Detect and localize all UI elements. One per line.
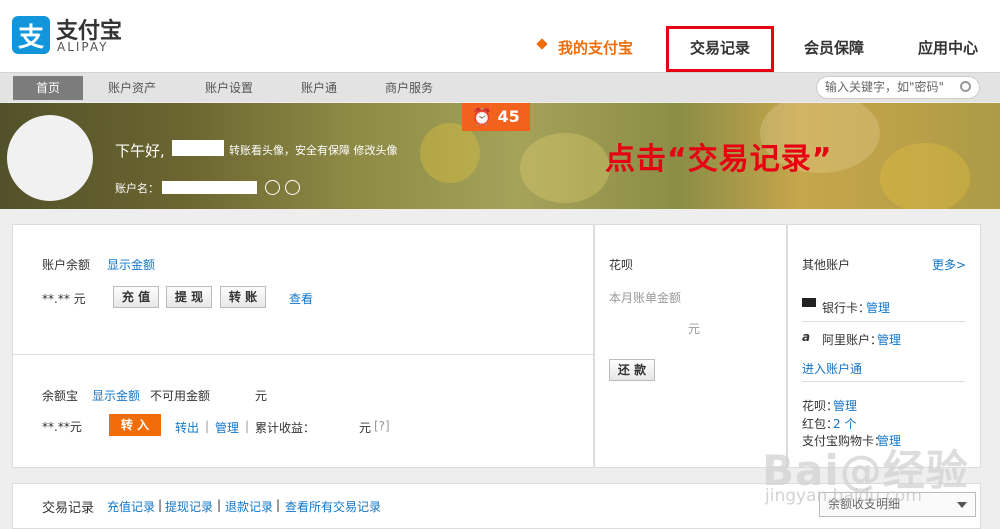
- divider: [802, 381, 965, 382]
- separator: |: [276, 498, 281, 512]
- redpacket-value[interactable]: 2 个: [833, 415, 856, 432]
- other-title: 其他账户: [802, 258, 851, 272]
- mobile-bound-icon[interactable]: [285, 180, 300, 195]
- huabei-title: 花呗: [609, 258, 634, 272]
- unavailable-label: 不可用金额: [150, 389, 211, 403]
- separator: |: [217, 498, 222, 512]
- subnav-home[interactable]: 首页: [13, 76, 83, 100]
- separator: |: [158, 498, 163, 512]
- top-header: 支 支付宝 ALIPAY 我的支付宝 交易记录 会员保障 应用中心: [0, 0, 1000, 72]
- account-name-mask: [162, 181, 257, 194]
- subnav-account-settings[interactable]: 账户设置: [205, 79, 253, 96]
- nav-app-center[interactable]: 应用中心: [918, 37, 978, 58]
- flower-decoration: [520, 133, 610, 203]
- alarm-clock-icon: ⏰: [472, 107, 498, 126]
- huabei-unit: 元: [688, 322, 701, 336]
- recharge-button[interactable]: 充 值: [113, 286, 159, 308]
- logo-text-en: ALIPAY: [57, 40, 109, 54]
- withdraw-records-link[interactable]: 提现记录: [165, 498, 213, 515]
- yield-label: 累计收益：: [255, 421, 316, 435]
- yuebao-show-link[interactable]: 显示金额: [92, 387, 140, 404]
- sub-navigation: 首页 账户资产 账户设置 账户通 商户服务 输入关键字，如"密码": [0, 72, 1000, 102]
- chevron-down-icon: [957, 502, 967, 508]
- subnav-account-pass[interactable]: 账户通: [301, 79, 337, 96]
- alipay-logo-icon[interactable]: 支: [12, 16, 50, 54]
- flower-decoration: [420, 123, 480, 183]
- nav-member-protection[interactable]: 会员保障: [804, 37, 864, 58]
- ali-account-label: 阿里账户：: [822, 333, 883, 347]
- transfer-out-link[interactable]: 转出: [175, 419, 199, 436]
- username-mask: [172, 140, 224, 156]
- nav-my-alipay[interactable]: 我的支付宝: [558, 37, 633, 58]
- search-placeholder: 输入关键字，如"密码": [825, 80, 945, 94]
- avatar-tip-text[interactable]: 转账看头像，安全有保障 修改头像: [229, 142, 398, 158]
- subnav-merchant-services[interactable]: 商户服务: [385, 79, 433, 96]
- refund-records-link[interactable]: 退款记录: [225, 498, 273, 515]
- alarm-count: 45: [497, 107, 520, 126]
- divider: [13, 354, 593, 355]
- more-link[interactable]: 更多>: [932, 256, 966, 273]
- recharge-records-link[interactable]: 充值记录: [107, 498, 155, 515]
- yield-unit: 元: [359, 421, 372, 435]
- divider: [802, 321, 965, 322]
- separator: |: [245, 419, 250, 433]
- withdraw-button[interactable]: 提 现: [166, 286, 212, 308]
- yuebao-amount: **.**元: [42, 420, 82, 434]
- separator: |: [205, 419, 210, 433]
- balance-show-link[interactable]: 显示金额: [107, 256, 155, 273]
- all-records-link[interactable]: 查看所有交易记录: [285, 498, 381, 515]
- baidu-watermark-url: jingyan.baidu.com: [765, 486, 922, 506]
- alibaba-icon: a: [802, 330, 811, 344]
- alarm-badge[interactable]: ⏰ 45: [462, 103, 530, 131]
- yuebao-manage-link[interactable]: 管理: [215, 419, 239, 436]
- user-verified-icon[interactable]: [265, 180, 280, 195]
- flower-decoration: [880, 143, 970, 209]
- records-title: 交易记录: [42, 501, 95, 516]
- yuebao-title: 余额宝: [42, 389, 79, 403]
- highlight-box: [666, 26, 774, 72]
- balance-title: 账户余额: [42, 258, 91, 272]
- ali-account-manage-link[interactable]: 管理: [877, 331, 901, 348]
- repay-button[interactable]: 还 款: [609, 359, 655, 381]
- bank-card-icon: [802, 298, 816, 307]
- search-input[interactable]: 输入关键字，如"密码": [816, 76, 980, 99]
- search-icon[interactable]: [960, 81, 971, 92]
- view-link[interactable]: 查看: [289, 290, 313, 307]
- greeting-text: 下午好,: [115, 142, 165, 160]
- yield-help-link[interactable]: [?]: [374, 419, 390, 433]
- balance-amount: **.** 元: [42, 292, 86, 306]
- transfer-button[interactable]: 转 账: [220, 286, 266, 308]
- huabei-manage-link[interactable]: 管理: [833, 397, 857, 414]
- enter-account-pass-link[interactable]: 进入账户通: [802, 360, 862, 377]
- active-nav-dot-icon: [536, 38, 548, 50]
- bank-card-label: 银行卡：: [822, 301, 871, 315]
- subnav-account-assets[interactable]: 账户资产: [108, 79, 156, 96]
- avatar[interactable]: [7, 115, 93, 201]
- bank-card-manage-link[interactable]: 管理: [866, 299, 890, 316]
- huabei-subtitle: 本月账单金额: [609, 291, 682, 305]
- account-name-label: 账户名：: [115, 182, 159, 195]
- unavailable-unit: 元: [255, 389, 268, 403]
- instruction-annotation: 点击“交易记录”: [605, 142, 833, 177]
- transfer-in-button[interactable]: 转 入: [109, 414, 161, 436]
